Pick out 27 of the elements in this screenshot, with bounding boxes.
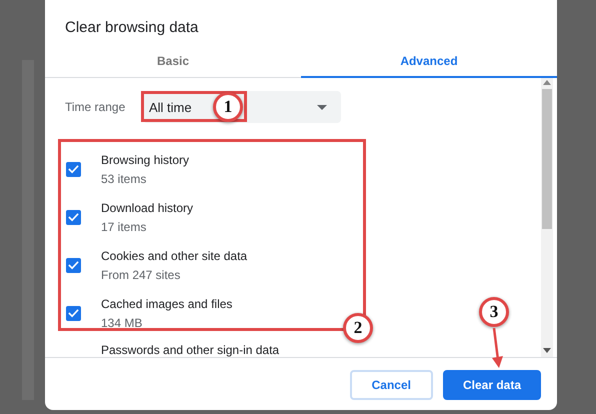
clear-data-button[interactable]: Clear data — [442, 370, 541, 400]
option-detail: From 247 sites — [101, 268, 182, 282]
cancel-button[interactable]: Cancel — [350, 370, 433, 400]
arrow — [490, 328, 504, 368]
option-title: Cookies and other site data — [101, 248, 248, 262]
tab[interactable]: Basic — [45, 42, 301, 78]
option-title: Browsing history — [101, 152, 190, 166]
tab[interactable]: Advanced — [301, 42, 557, 78]
time-range-label: Time range — [65, 100, 126, 114]
dialog-title: Clear browsing data — [64, 18, 200, 38]
checkbox[interactable] — [66, 306, 81, 320]
checkbox[interactable] — [66, 210, 81, 224]
scrollbar-thumb[interactable] — [542, 89, 552, 229]
option-detail: 53 items — [101, 172, 148, 186]
scroll-down-icon[interactable] — [543, 348, 551, 353]
option-detail: 17 items — [101, 220, 148, 234]
option-title: Passwords and other sign-in data — [100, 342, 280, 357]
option-detail: 134 MB — [101, 316, 144, 330]
scrollbar[interactable] — [541, 78, 553, 357]
checkbox[interactable] — [66, 258, 81, 272]
step-number: 3 — [479, 297, 509, 327]
scroll-up-icon[interactable] — [543, 80, 551, 85]
option-title: Cached images and files — [101, 296, 232, 310]
caret-icon — [317, 104, 327, 110]
option-title: Download history — [101, 200, 194, 214]
checkbox[interactable] — [66, 162, 81, 176]
step-number: 2 — [343, 313, 373, 343]
